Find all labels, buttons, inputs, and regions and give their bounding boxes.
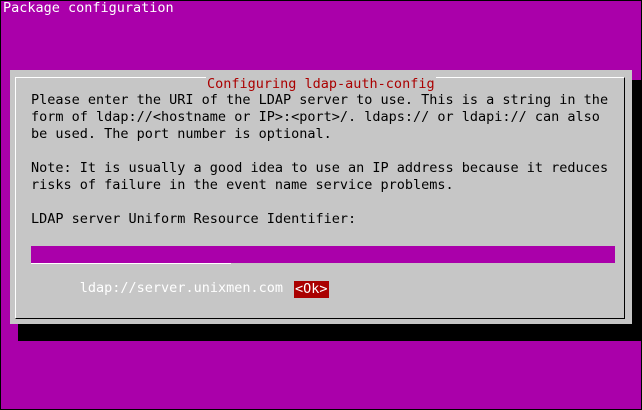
ok-button[interactable]: <Ok> xyxy=(294,281,329,298)
ldap-uri-value: ldap://server.unixmen.com xyxy=(79,280,283,296)
input-underline xyxy=(31,246,231,264)
config-dialog: Configuring ldap-auth-config Please ente… xyxy=(10,70,632,324)
description-line-2: form of ldap://<hostname or IP>:<port>/.… xyxy=(31,109,600,125)
screen-title: Package configuration xyxy=(3,0,174,16)
note-line-2: risks of failure in the event name servi… xyxy=(31,177,454,193)
description-line-3: be used. The port number is optional. xyxy=(31,126,332,142)
dialog-title: Configuring ldap-auth-config xyxy=(206,76,436,93)
note-line-1: Note: It is usually a good idea to use a… xyxy=(31,160,609,176)
field-label: LDAP server Uniform Resource Identifier: xyxy=(31,211,357,227)
ldap-uri-input[interactable]: ldap://server.unixmen.com xyxy=(31,246,615,296)
dialog-border: Configuring ldap-auth-config Please ente… xyxy=(15,76,625,319)
description-line-1: Please enter the URI of the LDAP server … xyxy=(31,92,609,108)
